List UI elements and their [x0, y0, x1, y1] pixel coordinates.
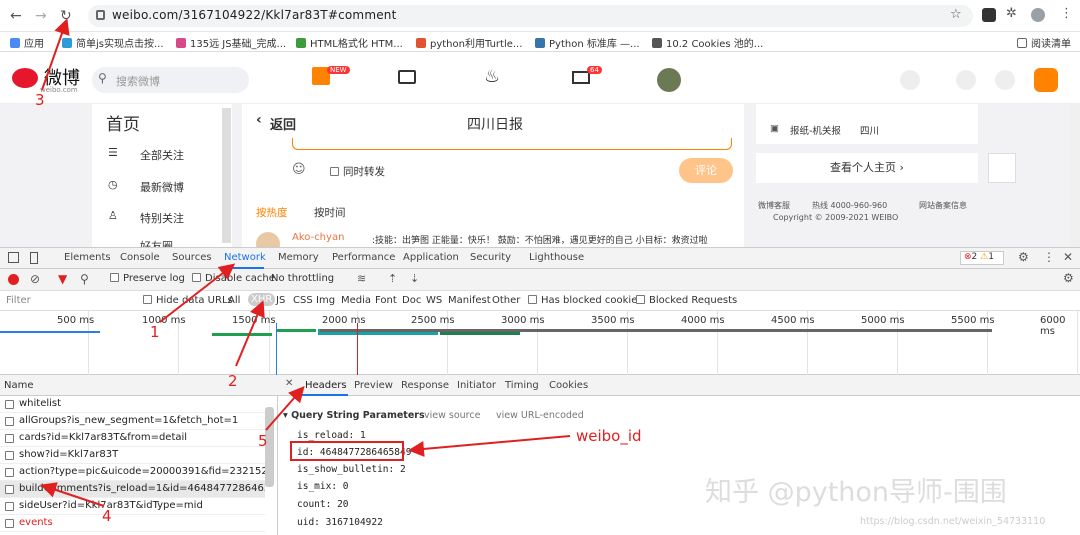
annotation-arrows	[40, 18, 571, 507]
arrow-5	[265, 385, 305, 431]
arrow-4	[40, 482, 105, 507]
arrow-weibo-id	[408, 435, 571, 457]
arrow-2	[235, 300, 265, 367]
arrow-3	[41, 18, 70, 91]
arrow-1	[159, 263, 236, 323]
